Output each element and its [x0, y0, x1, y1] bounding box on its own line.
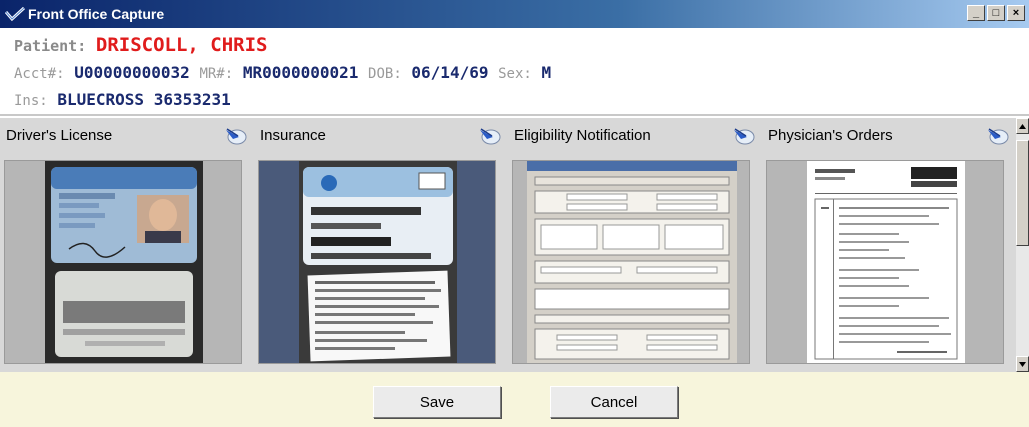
eligibility-form-thumbnail	[527, 161, 737, 363]
app-checkmark-icon	[4, 4, 26, 24]
acct-label: Acct#:	[14, 66, 65, 82]
patient-label: Patient:	[14, 37, 87, 55]
panel-eligibility-notification: Eligibility Notification	[508, 118, 762, 372]
panel-insurance: Insurance	[254, 118, 508, 372]
patient-ids-line: Acct#: U00000000032 MR#: MR0000000021 DO…	[14, 63, 551, 82]
document-panels: Driver's License Insurance Eligibility N…	[0, 118, 1016, 372]
sex-label: Sex:	[498, 66, 532, 82]
minimize-button[interactable]: _	[967, 5, 985, 21]
panel-physicians-orders: Physician's Orders	[762, 118, 1016, 372]
ins-label: Ins:	[14, 93, 48, 109]
close-button[interactable]: ×	[1007, 5, 1025, 21]
thumbnail-frame[interactable]	[512, 160, 750, 364]
maximize-button[interactable]: □	[987, 5, 1005, 21]
drivers-license-thumbnail	[45, 161, 203, 363]
dob-value: 06/14/69	[411, 63, 489, 82]
thumbnail-frame[interactable]	[258, 160, 496, 364]
panel-header: Driver's License	[0, 118, 254, 152]
patient-name-line: Patient: DRISCOLL, CHRIS	[14, 34, 267, 56]
panel-drivers-license: Driver's License	[0, 118, 254, 372]
scan-arrow-icon[interactable]	[984, 124, 1010, 146]
ins-value: BLUECROSS 36353231	[57, 90, 231, 109]
mr-label: MR#:	[199, 66, 234, 82]
scan-arrow-icon[interactable]	[222, 124, 248, 146]
panel-title: Driver's License	[6, 126, 113, 144]
sex-value: M	[541, 63, 552, 82]
panel-header: Eligibility Notification	[508, 118, 762, 152]
physicians-orders-thumbnail	[807, 161, 965, 363]
action-bar: Save Cancel	[0, 372, 1029, 427]
acct-number: U00000000032	[74, 63, 190, 82]
panel-title: Insurance	[260, 126, 326, 144]
thumbnail-frame[interactable]	[766, 160, 1004, 364]
thumbnail-frame[interactable]	[4, 160, 242, 364]
patient-name: DRISCOLL, CHRIS	[95, 34, 268, 56]
window-controls: _ □ ×	[967, 5, 1025, 21]
scrollbar-thumb[interactable]	[1016, 140, 1029, 246]
scroll-down-button[interactable]	[1016, 356, 1029, 372]
save-button[interactable]: Save	[373, 386, 501, 418]
scan-arrow-icon[interactable]	[730, 124, 756, 146]
title-bar: Front Office Capture _ □ ×	[0, 0, 1029, 28]
insurance-card-thumbnail	[299, 161, 457, 363]
dob-label: DOB:	[368, 66, 402, 82]
scan-arrow-icon[interactable]	[476, 124, 502, 146]
scroll-up-button[interactable]	[1016, 118, 1029, 134]
insurance-line: Ins: BLUECROSS 36353231	[14, 90, 231, 109]
cancel-button[interactable]: Cancel	[550, 386, 678, 418]
mr-number: MR0000000021	[242, 63, 359, 82]
window-title: Front Office Capture	[28, 6, 165, 22]
patient-header: Patient: DRISCOLL, CHRIS Acct#: U0000000…	[0, 28, 1029, 116]
panel-title: Eligibility Notification	[514, 126, 651, 144]
panel-header: Insurance	[254, 118, 508, 152]
panel-header: Physician's Orders	[762, 118, 1016, 152]
vertical-scrollbar[interactable]	[1016, 118, 1029, 372]
panel-title: Physician's Orders	[768, 126, 893, 144]
